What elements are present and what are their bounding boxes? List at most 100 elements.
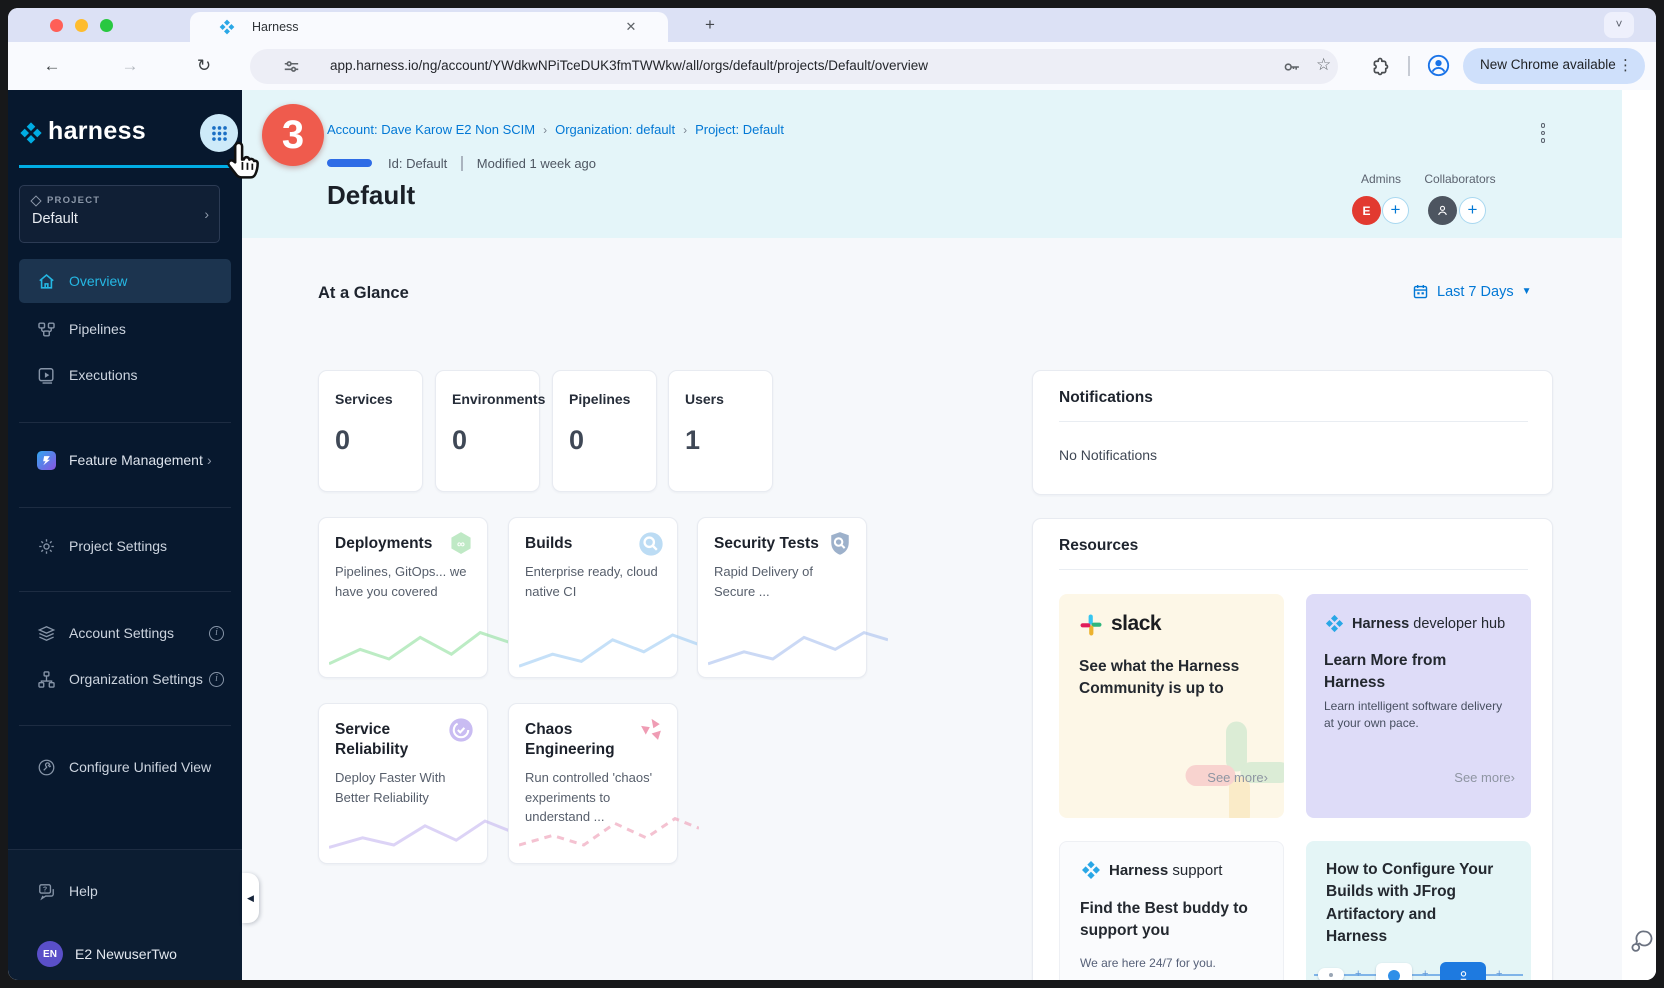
plus-icon: + <box>1496 968 1502 980</box>
sidebar-item-feature-management[interactable]: Feature Management › <box>19 442 231 478</box>
stat-card-pipelines[interactable]: Pipelines 0 <box>552 370 657 492</box>
deployments-hexagon-icon: ∞ <box>447 530 475 558</box>
project-selector[interactable]: PROJECT Default › <box>19 185 220 243</box>
module-card-deployments[interactable]: Deployments Pipelines, GitOps... we have… <box>318 517 488 678</box>
site-info-icon[interactable] <box>282 57 301 76</box>
help-chat-icon: ? <box>37 882 56 901</box>
breadcrumb-project-link[interactable]: Project: Default <box>695 122 784 137</box>
sidebar-item-label: Help <box>69 883 98 899</box>
home-icon <box>37 272 56 291</box>
new-tab-button[interactable]: + <box>700 15 720 35</box>
resource-card-slack[interactable]: slack See what the Harness Community is … <box>1059 594 1284 818</box>
chevron-right-icon: › <box>1264 770 1268 785</box>
minimize-window-button[interactable] <box>75 19 88 32</box>
module-card-service-reliability[interactable]: Service Reliability Deploy Faster With B… <box>318 703 488 864</box>
harness-logo-icon <box>18 120 44 146</box>
tab-strip: Harness ✕ + ˅ <box>8 8 1656 42</box>
tab-close-icon[interactable]: ✕ <box>622 18 640 36</box>
chrome-update-button[interactable]: New Chrome available ⋮ <box>1463 48 1645 84</box>
project-options-menu-icon[interactable] <box>1538 120 1548 146</box>
stat-card-users[interactable]: Users 1 <box>668 370 773 492</box>
resource-heading: See what the Harness Community is up to <box>1079 656 1259 700</box>
pipelines-icon <box>37 320 56 339</box>
stat-card-environments[interactable]: Environments 0 <box>435 370 540 492</box>
browser-tab[interactable]: Harness ✕ <box>190 12 668 42</box>
project-cube-icon <box>30 195 41 206</box>
sidebar-item-overview[interactable]: Overview <box>19 259 231 303</box>
sidebar-item-help[interactable]: ? Help <box>19 873 231 909</box>
chrome-update-label: New Chrome available <box>1480 57 1616 72</box>
sidebar-collapse-handle[interactable]: ◀ <box>242 873 259 923</box>
sidebar-item-pipelines[interactable]: Pipelines <box>19 311 231 347</box>
project-meta-row: Id: Default Modified 1 week ago <box>327 154 596 172</box>
resource-card-jfrog[interactable]: How to Configure Your Builds with JFrog … <box>1306 841 1531 980</box>
browser-menu-icon[interactable]: ⋮ <box>1618 56 1633 74</box>
module-card-chaos-engineering[interactable]: Chaos Engineering Run controlled 'chaos'… <box>508 703 678 864</box>
brand-text: Harness developer hub <box>1352 616 1505 632</box>
bookmark-star-icon[interactable]: ☆ <box>1316 55 1331 75</box>
breadcrumb-organization-link[interactable]: Organization: default <box>555 122 675 137</box>
profile-icon[interactable] <box>1426 53 1451 78</box>
see-more-link[interactable]: See more› <box>1454 770 1515 785</box>
module-description: Enterprise ready, cloud native CI <box>525 562 667 601</box>
address-bar[interactable]: app.harness.io/ng/account/YWdkwNPiTceDUK… <box>250 49 1338 84</box>
module-title: Deployments <box>335 534 455 554</box>
stat-card-services[interactable]: Services 0 <box>318 370 423 492</box>
chevron-down-icon: ▼ <box>1522 286 1532 297</box>
stat-label: Services <box>335 391 406 407</box>
info-icon[interactable]: i <box>209 626 224 641</box>
close-window-button[interactable] <box>50 19 63 32</box>
sidebar-item-account-settings[interactable]: Account Settings i <box>19 615 231 651</box>
admin-avatar[interactable]: E <box>1352 196 1381 225</box>
add-collaborator-button[interactable]: + <box>1459 197 1486 224</box>
info-icon[interactable]: i <box>209 672 224 687</box>
module-card-security-tests[interactable]: Security Tests Rapid Delivery of Secure … <box>697 517 867 678</box>
zoom-window-button[interactable] <box>100 19 113 32</box>
resource-heading: How to Configure Your Builds with JFrog … <box>1326 859 1498 949</box>
resource-heading: Learn More from Harness <box>1324 650 1474 694</box>
svg-text:∞: ∞ <box>457 538 465 550</box>
sidebar-item-executions[interactable]: Executions <box>19 357 231 393</box>
collaborator-avatar[interactable] <box>1428 196 1457 225</box>
harness-logo-icon <box>1324 613 1345 634</box>
page-gutter <box>1622 90 1656 980</box>
resource-card-developer-hub[interactable]: Harness developer hub Learn More from Ha… <box>1306 594 1531 818</box>
forward-icon[interactable]: → <box>116 52 144 80</box>
resource-card-support[interactable]: Harness support Find the Best buddy to s… <box>1059 841 1284 980</box>
breadcrumb: Account: Dave Karow E2 Non SCIM › Organi… <box>327 122 784 137</box>
password-key-icon[interactable] <box>1282 57 1302 77</box>
add-admin-button[interactable]: + <box>1382 197 1409 224</box>
back-icon[interactable]: ← <box>38 52 66 80</box>
sidebar-item-label: Account Settings <box>69 625 174 641</box>
chevron-right-icon: › <box>204 206 209 222</box>
see-more-link[interactable]: See more› <box>1207 770 1268 785</box>
layers-icon <box>37 624 56 643</box>
sidebar-user[interactable]: EN E2 NewuserTwo <box>19 936 231 972</box>
sidebar-item-configure-unified-view[interactable]: Configure Unified View <box>19 749 231 785</box>
extensions-icon[interactable] <box>1370 56 1391 77</box>
chevron-right-icon: › <box>207 452 212 468</box>
sidebar-item-project-settings[interactable]: Project Settings <box>19 528 231 564</box>
breadcrumb-account-link[interactable]: Account: Dave Karow E2 Non SCIM <box>327 122 535 137</box>
modified-timestamp: Modified 1 week ago <box>477 156 596 171</box>
module-title: Security Tests <box>714 534 834 554</box>
project-eyebrow: PROJECT <box>47 195 100 206</box>
module-card-builds[interactable]: Builds Enterprise ready, cloud native CI <box>508 517 678 678</box>
live-chat-icon[interactable] <box>1628 928 1654 954</box>
slack-watermark-icon <box>1178 714 1284 818</box>
tab-title: Harness <box>252 20 299 34</box>
sidebar-item-organization-settings[interactable]: Organization Settings i <box>19 661 231 697</box>
project-name: Default <box>32 211 207 227</box>
resource-heading: Find the Best buddy to support you <box>1080 898 1260 942</box>
browser-window: Harness ✕ + ˅ ← → ↻ app.harness.io/ng/ac… <box>8 8 1656 980</box>
stat-label: Users <box>685 391 756 407</box>
reload-icon[interactable]: ↻ <box>190 52 218 80</box>
stat-value: 0 <box>569 425 640 456</box>
executions-icon <box>37 366 56 385</box>
person-icon <box>1435 203 1450 218</box>
date-range-filter[interactable]: Last 7 Days ▼ <box>1412 283 1531 300</box>
tab-search-chevron-icon[interactable]: ˅ <box>1604 12 1634 38</box>
sidebar-divider <box>19 422 231 423</box>
sidebar-item-label: Feature Management <box>69 452 203 468</box>
panel-divider <box>1059 421 1528 422</box>
